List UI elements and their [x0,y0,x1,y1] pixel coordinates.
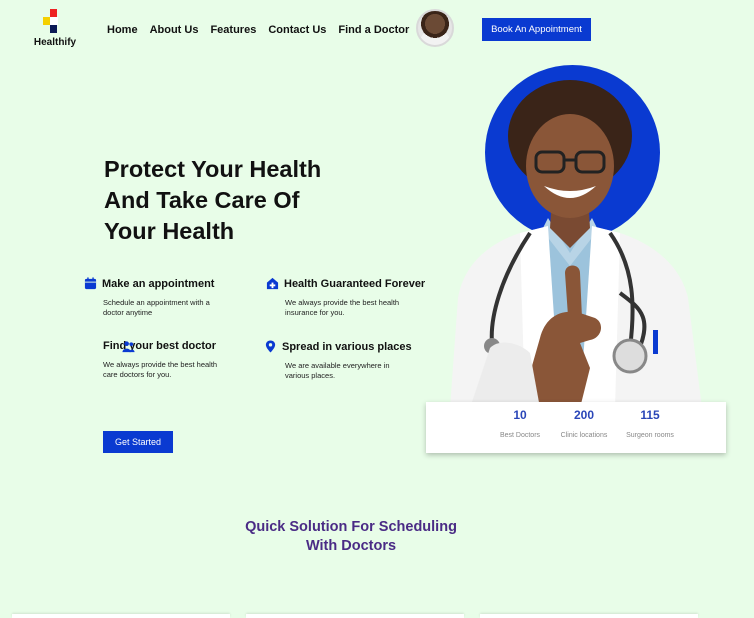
feature-spread-places: Spread in various places We are availabl… [264,340,434,381]
calendar-icon [84,277,97,290]
stat-label: Best Doctors [499,432,541,439]
card-edge [246,614,464,618]
hero-title-line: Your Health [104,218,235,244]
book-appointment-button[interactable]: Book An Appointment [482,18,591,41]
brand-logo[interactable]: Healthify [30,9,80,48]
stat-value: 200 [573,408,595,422]
hero-title-line: Protect Your Health [104,156,322,182]
nav-features[interactable]: Features [210,24,256,36]
stat-label: Clinic locations [560,432,608,439]
hero-title-line: And Take Care Of [104,187,300,213]
section-title: Quick Solution For Scheduling With Docto… [230,518,472,556]
stat-clinic-locations: 200 Clinic locations [554,408,614,439]
brand-name: Healthify [33,37,77,48]
feature-title: Find your best doctor [103,340,217,352]
feature-title: Spread in various places [282,340,412,353]
medical-home-icon [266,277,279,290]
nav-find-a-doctor[interactable]: Find a Doctor [338,24,409,36]
feature-desc: Schedule an appointment with a doctor an… [103,298,210,317]
stat-label: Surgeon rooms [626,432,674,439]
feature-title: Health Guaranteed Forever [284,277,426,290]
hero-title: Protect Your Health And Take Care Of You… [104,154,364,247]
nav-contact-us[interactable]: Contact Us [268,24,326,36]
stats-card: 10 Best Doctors 200 Clinic locations 115… [426,402,726,453]
feature-find-doctor: Find your best doctor We always provide … [103,340,273,380]
feature-title: Make an appointment [102,277,215,290]
card-edge [480,614,698,618]
nav-about-us[interactable]: About Us [150,24,199,36]
feature-make-appointment: Make an appointment Schedule an appointm… [84,277,254,318]
section-title-line: Quick Solution For Scheduling [245,519,457,535]
feature-desc: We always provide the best health insura… [285,298,400,317]
section-title-line: With Doctors [305,538,397,554]
user-avatar[interactable] [416,9,454,47]
feature-desc: We always provide the best health care d… [103,360,218,379]
get-started-button[interactable]: Get Started [103,431,173,453]
card-edge [12,614,230,618]
feature-desc: We are available everywhere in various p… [285,361,390,380]
users-icon [122,341,135,353]
stat-value: 115 [640,408,660,422]
nav-home[interactable]: Home [107,24,138,36]
doctor-image [450,80,702,408]
stat-surgeon-rooms: 115 Surgeon rooms [620,408,680,439]
stat-value: 10 [513,408,527,422]
feature-health-guaranteed: Health Guaranteed Forever We always prov… [266,277,436,318]
stat-best-doctors: 10 Best Doctors [490,408,550,439]
main-nav: Home About Us Features Contact Us Find a… [107,24,409,36]
location-pin-icon [265,340,276,353]
logo-icon [42,9,68,35]
